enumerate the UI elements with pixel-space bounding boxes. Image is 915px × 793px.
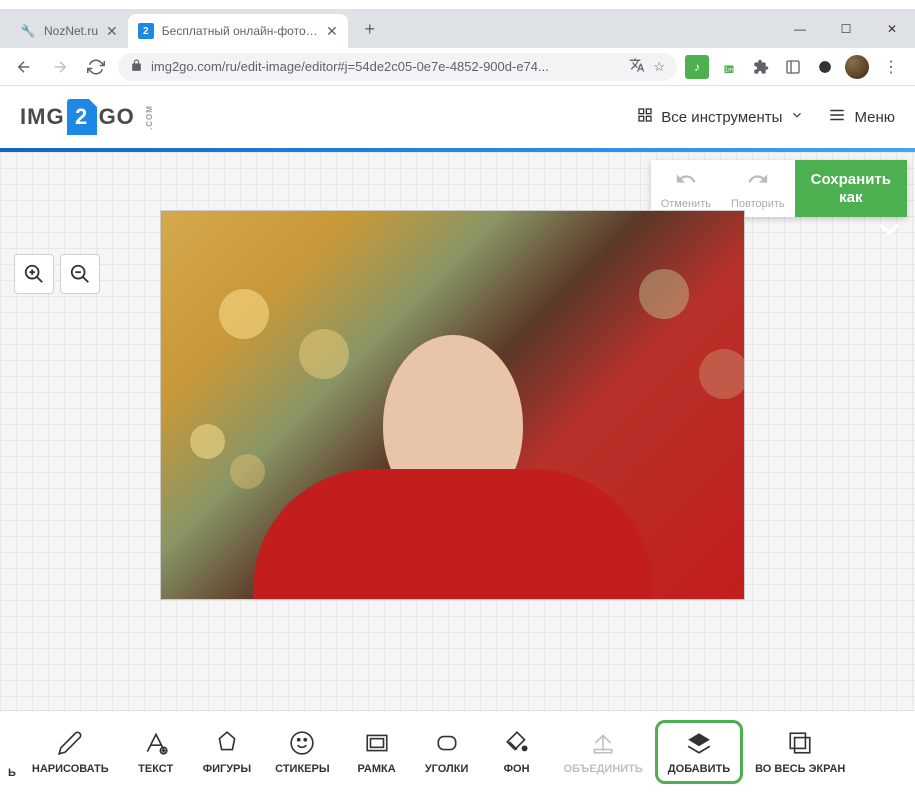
save-as-button[interactable]: Сохранить как: [795, 160, 907, 217]
undo-label: Отменить: [661, 198, 711, 210]
tool-background[interactable]: ФОН: [482, 721, 552, 783]
browser-tab[interactable]: 🔧 NozNet.ru ✕: [10, 14, 128, 48]
extensions-menu-icon[interactable]: [749, 55, 773, 79]
tool-corners[interactable]: УГОЛКИ: [412, 721, 482, 783]
close-icon[interactable]: ✕: [326, 23, 338, 40]
bottom-toolbar: Ь НАРИСОВАТЬ ТЕКСТ ФИГУРЫ СТИКЕРЫ РАМКА …: [0, 710, 915, 793]
tool-label: СТИКЕРЫ: [275, 763, 329, 775]
redo-button[interactable]: Повторить: [721, 160, 795, 217]
logo-text: IMG: [20, 104, 65, 130]
tab-favicon-icon: 🔧: [20, 23, 36, 39]
zoom-in-button[interactable]: [14, 254, 54, 294]
svg-text:1m: 1m: [725, 67, 733, 73]
app-header: IMG 2 GO .COM Все инструменты Меню: [0, 86, 915, 148]
tool-text[interactable]: ТЕКСТ: [121, 721, 191, 783]
save-label-line1: Сохранить: [811, 171, 891, 189]
maximize-button[interactable]: ☐: [823, 13, 869, 45]
tool-label: РАМКА: [358, 763, 396, 775]
browser-menu-button[interactable]: ⋮: [877, 53, 905, 81]
logo-text: GO: [99, 104, 135, 130]
tool-label: НАРИСОВАТЬ: [32, 763, 109, 775]
frame-icon: [364, 729, 390, 757]
editor-canvas-area: Отменить Повторить Сохранить как: [0, 152, 915, 710]
image-content: [253, 469, 653, 599]
lock-icon: [130, 59, 143, 75]
pencil-icon: [57, 729, 83, 757]
tab-favicon-icon: 2: [138, 23, 154, 39]
new-tab-button[interactable]: +: [356, 15, 384, 43]
translate-icon[interactable]: [629, 57, 645, 76]
hamburger-icon: [828, 106, 846, 128]
forward-button[interactable]: [46, 53, 74, 81]
editor-top-toolbar: Отменить Повторить Сохранить как: [651, 160, 907, 217]
minimize-button[interactable]: —: [777, 13, 823, 45]
text-icon: [143, 729, 169, 757]
canvas-image[interactable]: [160, 210, 745, 600]
tool-frame[interactable]: РАМКА: [342, 721, 412, 783]
tab-title: NozNet.ru: [44, 24, 98, 38]
partial-tool-label: Ь: [8, 767, 20, 793]
tool-label: ОБЪЕДИНИТЬ: [564, 763, 643, 775]
browser-address-row: img2go.com/ru/edit-image/editor#j=54de2c…: [0, 48, 915, 86]
save-label-line2: как: [839, 189, 862, 207]
tool-shapes[interactable]: ФИГУРЫ: [191, 721, 263, 783]
tool-label: ФИГУРЫ: [203, 763, 251, 775]
tool-label: ВО ВЕСЬ ЭКРАН: [755, 763, 845, 775]
back-button[interactable]: [10, 53, 38, 81]
merge-icon: [590, 729, 616, 757]
tool-label: ТЕКСТ: [138, 763, 173, 775]
tool-add[interactable]: ДОБАВИТЬ: [655, 720, 743, 784]
expand-chevron-icon[interactable]: [877, 220, 901, 241]
tool-draw[interactable]: НАРИСОВАТЬ: [20, 721, 121, 783]
reload-button[interactable]: [82, 53, 110, 81]
tab-title: Бесплатный онлайн-фоторедак: [162, 24, 318, 38]
redo-label: Повторить: [731, 198, 785, 210]
zoom-out-button[interactable]: [60, 254, 100, 294]
app-logo[interactable]: IMG 2 GO .COM: [20, 99, 162, 135]
tool-label: ДОБАВИТЬ: [668, 763, 730, 775]
layers-icon: [686, 729, 712, 757]
header-right: Все инструменты Меню: [637, 106, 895, 128]
logo-badge: 2: [67, 99, 97, 135]
redo-icon: [747, 168, 769, 196]
zoom-controls: [14, 254, 100, 294]
fullscreen-icon: [787, 729, 813, 757]
logo-suffix: .COM: [145, 105, 154, 130]
all-tools-button[interactable]: Все инструменты: [637, 107, 804, 127]
smiley-icon: [289, 729, 315, 757]
chevron-down-icon: [790, 108, 804, 126]
grid-icon: [637, 107, 653, 127]
corners-icon: [434, 729, 460, 757]
tool-label: ФОН: [504, 763, 530, 775]
browser-tab-active[interactable]: 2 Бесплатный онлайн-фоторедак ✕: [128, 14, 348, 48]
tool-merge[interactable]: ОБЪЕДИНИТЬ: [552, 721, 655, 783]
reading-list-icon[interactable]: [781, 55, 805, 79]
profile-avatar[interactable]: [845, 55, 869, 79]
star-icon[interactable]: ☆: [653, 59, 665, 75]
menu-button[interactable]: Меню: [828, 106, 895, 128]
window-controls: — ☐ ✕: [777, 13, 915, 45]
paint-bucket-icon: [504, 729, 530, 757]
address-bar[interactable]: img2go.com/ru/edit-image/editor#j=54de2c…: [118, 53, 677, 81]
extension-icon[interactable]: ♪: [685, 55, 709, 79]
shapes-icon: [214, 729, 240, 757]
undo-icon: [675, 168, 697, 196]
address-text: img2go.com/ru/edit-image/editor#j=54de2c…: [151, 59, 621, 74]
window-titlebar: [0, 0, 915, 10]
close-window-button[interactable]: ✕: [869, 13, 915, 45]
tool-stickers[interactable]: СТИКЕРЫ: [263, 721, 341, 783]
browser-tabs-row: 🔧 NozNet.ru ✕ 2 Бесплатный онлайн-фоторе…: [0, 10, 915, 48]
tool-fullscreen[interactable]: ВО ВЕСЬ ЭКРАН: [743, 721, 857, 783]
menu-label: Меню: [854, 109, 895, 126]
close-icon[interactable]: ✕: [106, 23, 118, 40]
extension-icon[interactable]: [813, 55, 837, 79]
tool-label: УГОЛКИ: [425, 763, 469, 775]
all-tools-label: Все инструменты: [661, 109, 782, 126]
undo-button[interactable]: Отменить: [651, 160, 721, 217]
extension-icon[interactable]: 1m: [717, 55, 741, 79]
